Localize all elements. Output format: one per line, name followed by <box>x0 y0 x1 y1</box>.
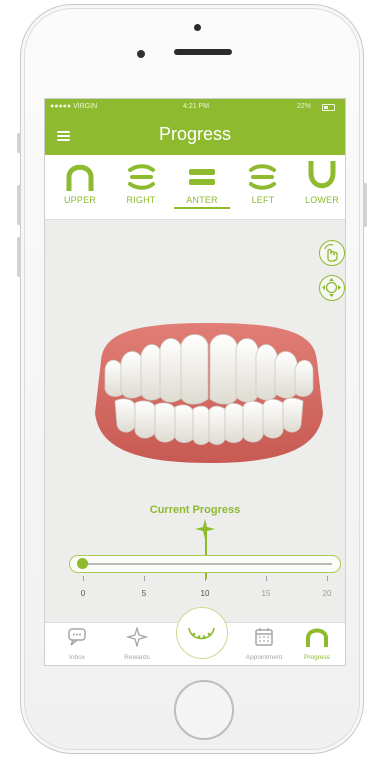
tab-appointment[interactable]: Appointment <box>236 627 292 661</box>
tab-inbox[interactable]: Inbox <box>49 627 105 661</box>
battery-percent: 22% <box>297 103 312 110</box>
dental-model <box>95 323 323 463</box>
scale-tick-label: 15 <box>261 589 271 598</box>
view-label: ANTER <box>174 195 230 209</box>
battery-icon <box>322 104 335 111</box>
volume-down-button <box>17 237 21 277</box>
tab-progress[interactable]: Progress <box>289 627 345 661</box>
upper-arch-icon <box>66 164 94 191</box>
view-lower[interactable]: LOWER <box>294 161 345 205</box>
lower-arch-icon <box>308 161 336 189</box>
view-left[interactable]: LEFT <box>235 161 291 205</box>
progress-slider[interactable] <box>69 555 341 573</box>
sparkle-icon <box>125 625 149 649</box>
arch-icon <box>306 628 328 648</box>
carrier-label: ●●●●● VIRGIN <box>50 103 98 110</box>
view-label: UPPER <box>63 195 96 205</box>
rotate-hand-icon <box>324 244 338 262</box>
pan-control[interactable] <box>319 275 345 301</box>
rotate-control[interactable] <box>319 240 345 266</box>
tab-label: Rewards <box>124 654 150 661</box>
move-arrows-icon <box>322 278 341 297</box>
tab-label: Progress <box>303 654 330 661</box>
scale-tick <box>205 576 206 581</box>
tab-label: Appointment <box>245 654 283 661</box>
scale-tick <box>266 576 267 581</box>
power-button <box>363 183 367 227</box>
home-button[interactable] <box>174 680 234 740</box>
tab-aligner[interactable] <box>176 607 228 659</box>
tab-bar: Inbox Rewards Appointment Progress <box>45 607 345 665</box>
scale-tick-label: 5 <box>141 589 147 598</box>
slider-knob[interactable] <box>77 558 88 569</box>
proximity-sensor <box>137 50 145 58</box>
view-selector: UPPER RIGHT ANTER LEFT LOWER <box>45 155 345 220</box>
view-upper[interactable]: UPPER <box>52 161 108 205</box>
anterior-bite-icon <box>189 169 215 185</box>
view-label: LOWER <box>304 195 339 205</box>
scale-tick <box>144 576 145 581</box>
page-title: Progress <box>158 124 232 144</box>
current-progress-label: Current Progress <box>149 504 241 516</box>
mute-switch <box>17 133 21 153</box>
view-anterior[interactable]: ANTER <box>174 161 230 209</box>
view-label: RIGHT <box>126 195 156 205</box>
scale-tick-label: 0 <box>80 589 86 598</box>
left-bite-icon <box>249 164 276 190</box>
view-label: LEFT <box>251 195 275 205</box>
scale-tick <box>327 576 328 581</box>
tab-rewards[interactable]: Rewards <box>109 625 165 661</box>
calendar-icon <box>255 628 273 646</box>
tab-label: Inbox <box>69 654 85 661</box>
scale-tick-label: 10 <box>200 589 210 598</box>
aligner-tray-icon <box>188 627 215 640</box>
app-screen: ●●●●● VIRGIN 4:21 PM 22% Progress UPPER … <box>44 98 346 666</box>
scale-tick <box>83 576 84 581</box>
front-camera <box>194 24 201 31</box>
status-time: 4:21 PM <box>183 103 210 110</box>
slider-track <box>78 563 332 565</box>
chat-bubble-icon <box>68 628 86 646</box>
right-bite-icon <box>128 164 155 190</box>
status-bar: ●●●●● VIRGIN 4:21 PM 22% <box>45 99 345 115</box>
nav-bar: Progress <box>45 115 345 155</box>
volume-up-button <box>17 185 21 225</box>
earpiece-speaker <box>174 49 232 55</box>
view-right[interactable]: RIGHT <box>113 161 169 205</box>
scale-tick-label: 20 <box>322 589 332 598</box>
